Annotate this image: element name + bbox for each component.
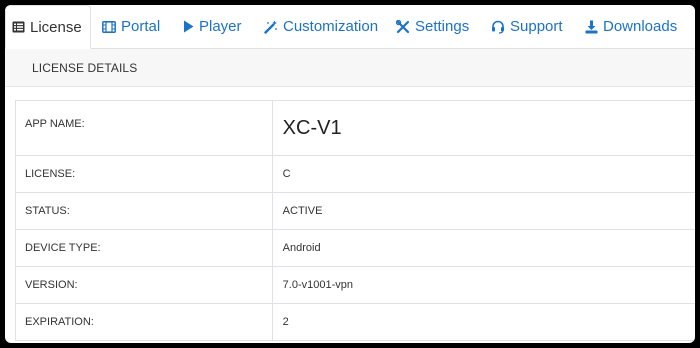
table-row: VERSION: 7.0-v1001-vpn (15, 266, 695, 304)
license-details-table: APP NAME: XC-V1 LICENSE: C STATUS: ACTIV… (15, 100, 695, 341)
status-label: STATUS: (15, 192, 273, 230)
headset-icon (492, 20, 504, 34)
list-icon (12, 21, 25, 33)
tab-portal[interactable]: Portal (102, 5, 160, 48)
status-value: ACTIVE (272, 192, 695, 230)
tools-icon (396, 19, 410, 33)
card-title: LICENSE DETAILS (32, 60, 138, 75)
table-row: DEVICE TYPE: Android (15, 229, 695, 267)
expiration-label: EXPIRATION: (15, 303, 273, 341)
film-icon (102, 20, 116, 33)
tab-settings[interactable]: Settings (396, 5, 469, 48)
version-label: VERSION: (15, 266, 273, 304)
tab-label: Support (510, 18, 563, 35)
tab-label: Settings (415, 18, 470, 35)
app-name-value: XC-V1 (272, 100, 695, 156)
device-type-label: DEVICE TYPE: (15, 229, 273, 267)
tab-label: Downloads (603, 18, 678, 35)
table-row: APP NAME: XC-V1 (15, 100, 695, 156)
table-row: LICENSE: C (15, 155, 695, 193)
table-row: STATUS: ACTIVE (15, 192, 695, 230)
tab-bar: License Portal Player Customization Sett… (5, 5, 695, 49)
card-header: LICENSE DETAILS (5, 49, 695, 87)
download-icon (585, 20, 598, 33)
window: License Portal Player Customization Sett… (5, 5, 695, 343)
license-label: LICENSE: (15, 155, 273, 193)
tab-downloads[interactable]: Downloads (585, 5, 677, 48)
license-value: C (272, 155, 695, 193)
tab-player[interactable]: Player (183, 5, 242, 48)
tab-customization[interactable]: Customization (264, 5, 378, 48)
app-name-label: APP NAME: (15, 100, 273, 156)
device-type-value: Android (272, 229, 695, 267)
tab-support[interactable]: Support (491, 5, 563, 48)
expiration-value: 2 (272, 303, 695, 341)
tab-label: Portal (121, 18, 161, 35)
version-value: 7.0-v1001-vpn (272, 266, 695, 304)
tab-label: Customization (283, 18, 379, 35)
table-row: EXPIRATION: 2 (15, 303, 695, 341)
magic-wand-icon (264, 20, 277, 34)
tab-label: Player (199, 18, 242, 35)
tab-license[interactable]: License (5, 5, 91, 49)
play-icon (184, 20, 194, 33)
tab-label: License (30, 18, 82, 36)
